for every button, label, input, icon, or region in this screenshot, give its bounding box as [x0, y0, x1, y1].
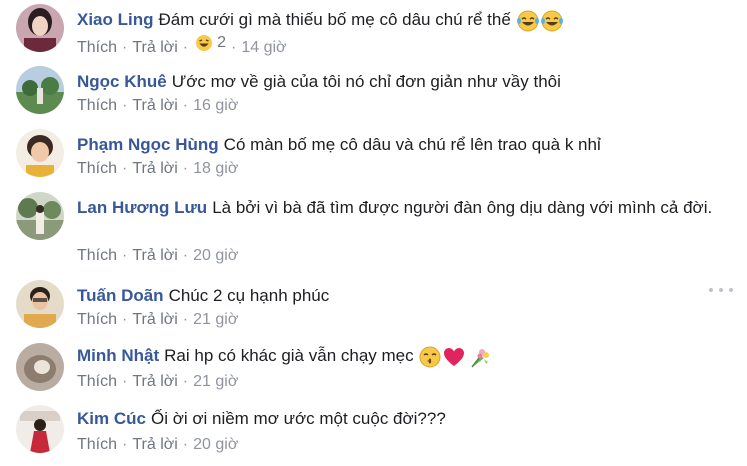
reply-link[interactable]: Trả lời [132, 247, 177, 264]
separator-dot: · [122, 436, 128, 453]
comment-text-line: Kim Cúc Ối ời ơi niềm mơ ước một cuộc đời… [77, 407, 717, 430]
separator-dot: · [182, 39, 189, 56]
separator-dot: · [122, 311, 128, 328]
comment-author[interactable]: Tuấn Doãn [77, 286, 164, 305]
laughing-tears-emoji-icon [540, 10, 563, 32]
separator-dot: · [122, 160, 128, 177]
reply-link[interactable]: Trả lời [132, 39, 177, 56]
reply-link[interactable]: Trả lời [132, 97, 177, 114]
timestamp[interactable]: 18 giờ [193, 160, 238, 177]
reply-link[interactable]: Trả lời [132, 311, 177, 328]
comment-body: Là bởi vì bà đã tìm được người đàn ông d… [212, 198, 713, 217]
comment-body: Ước mơ về già của tôi nó chỉ đơn giản nh… [171, 72, 561, 91]
more-dot [719, 288, 723, 292]
reply-link[interactable]: Trả lời [132, 436, 177, 453]
timestamp[interactable]: 20 giờ [193, 247, 238, 264]
more-dot [709, 288, 713, 292]
red-heart-emoji-icon [444, 347, 465, 366]
avatar[interactable] [16, 343, 64, 391]
timestamp[interactable]: 14 giờ [241, 39, 286, 56]
like-link[interactable]: Thích [77, 39, 117, 56]
comment-author[interactable]: Minh Nhật [77, 346, 159, 365]
separator-dot: · [182, 311, 189, 328]
comment-actions: Thích · Trả lời · 21 giờ [77, 311, 238, 329]
comment-body: Ối ời ơi niềm mơ ước một cuộc đời??? [150, 409, 446, 428]
reply-link[interactable]: Trả lời [132, 160, 177, 177]
comment-author[interactable]: Kim Cúc [77, 409, 146, 428]
separator-dot: · [182, 373, 189, 390]
separator-dot: · [231, 39, 237, 56]
comment-actions: Thích · Trả lời · 2 · 14 giờ [77, 34, 287, 57]
bouquet-emoji-icon [471, 348, 490, 367]
comment-body: Chúc 2 cụ hạnh phúc [168, 286, 330, 305]
separator-dot: · [182, 97, 189, 114]
comment-body: Rai hp có khác già vẫn chạy mẹc [164, 346, 414, 365]
comment-author[interactable]: Phạm Ngọc Hùng [77, 135, 219, 154]
haha-reaction-icon [196, 35, 213, 51]
more-options-icon[interactable] [709, 286, 733, 294]
comment-actions: Thích · Trả lời · 16 giờ [77, 97, 238, 115]
comment-body: Có màn bố mẹ cô dâu và chú rể lên trao q… [223, 135, 601, 154]
comment-actions: Thích · Trả lời · 20 giờ [77, 247, 238, 265]
separator-dot: · [122, 373, 128, 390]
separator-dot: · [122, 247, 128, 264]
timestamp[interactable]: 21 giờ [193, 311, 238, 328]
comment-actions: Thích · Trả lời · 18 giờ [77, 160, 238, 178]
comment-actions: Thích · Trả lời · 20 giờ [77, 436, 238, 454]
laughing-tears-emoji-icon [516, 10, 539, 32]
timestamp[interactable]: 16 giờ [193, 97, 238, 114]
comment-text-line: Xiao Ling Đám cưới gì mà thiếu bố mẹ cô d… [77, 8, 717, 32]
comment-text-line: Tuấn Doãn Chúc 2 cụ hạnh phúc [77, 284, 717, 307]
comment-text-line: Phạm Ngọc Hùng Có màn bố mẹ cô dâu và chú… [77, 133, 717, 156]
comment-text-line: Ngọc Khuê Ước mơ về già của tôi nó chỉ đơ… [77, 70, 717, 93]
more-dot [729, 288, 733, 292]
avatar[interactable] [16, 280, 64, 328]
reply-link[interactable]: Trả lời [132, 373, 177, 390]
comment-author[interactable]: Xiao Ling [77, 10, 154, 29]
comment-text-line: Lan Hương Lưu Là bởi vì bà đã tìm được ng… [77, 196, 717, 219]
like-link[interactable]: Thích [77, 247, 117, 264]
avatar[interactable] [16, 405, 64, 453]
kissing-face-emoji-icon [419, 346, 441, 368]
separator-dot: · [182, 160, 189, 177]
like-link[interactable]: Thích [77, 160, 117, 177]
comment-author[interactable]: Ngọc Khuê [77, 72, 167, 91]
separator-dot: · [182, 436, 189, 453]
like-link[interactable]: Thích [77, 97, 117, 114]
timestamp[interactable]: 20 giờ [193, 436, 238, 453]
reaction-summary[interactable]: 2 [195, 34, 226, 52]
avatar[interactable] [16, 129, 64, 177]
like-link[interactable]: Thích [77, 311, 117, 328]
separator-dot: · [122, 97, 128, 114]
comment-actions: Thích · Trả lời · 21 giờ [77, 373, 238, 391]
comment-author[interactable]: Lan Hương Lưu [77, 198, 207, 217]
like-link[interactable]: Thích [77, 436, 117, 453]
avatar[interactable] [16, 66, 64, 114]
comment-text-line: Minh Nhật Rai hp có khác già vẫn chạy mẹc [77, 344, 717, 368]
avatar[interactable] [16, 4, 64, 52]
reaction-count: 2 [217, 34, 227, 51]
timestamp[interactable]: 21 giờ [193, 373, 238, 390]
avatar[interactable] [16, 192, 64, 240]
like-link[interactable]: Thích [77, 373, 117, 390]
separator-dot: · [182, 247, 189, 264]
comment-body: Đám cưới gì mà thiếu bố mẹ cô dâu chú rể… [158, 10, 511, 29]
separator-dot: · [122, 39, 128, 56]
